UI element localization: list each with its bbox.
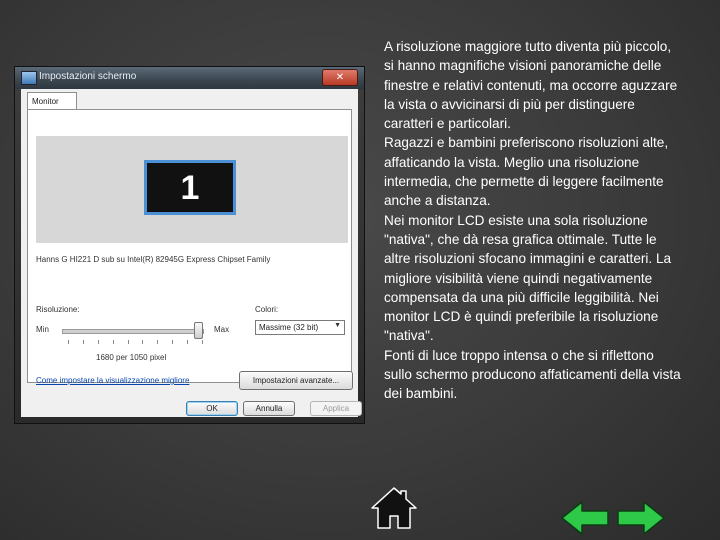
advanced-settings-button[interactable]: Impostazioni avanzate... <box>239 371 353 390</box>
resolution-value: 1680 per 1050 pixel <box>96 353 167 362</box>
slider-ticks <box>68 340 203 344</box>
tab-monitor[interactable]: Monitor <box>27 92 77 109</box>
display-settings-dialog: Impostazioni schermo ✕ Monitor 1 Hanns G… <box>14 66 365 424</box>
dialog-client: Monitor 1 Hanns G HI221 D sub su Intel(R… <box>21 89 362 417</box>
ok-button[interactable]: OK <box>186 401 238 416</box>
home-icon[interactable] <box>370 486 418 530</box>
resolution-slider-thumb[interactable] <box>193 322 203 339</box>
paragraph-resolution: A risoluzione maggiore tutto diventa più… <box>384 39 678 132</box>
dialog-title: Impostazioni schermo <box>39 71 137 82</box>
apply-button[interactable]: Applica <box>310 401 362 416</box>
colors-label: Colori: <box>255 305 279 314</box>
chevron-down-icon: ▼ <box>334 322 341 329</box>
paragraph-light: Fonti di luce troppo intensa o che si ri… <box>384 347 681 402</box>
display-device-label: Hanns G HI221 D sub su Intel(R) 82945G E… <box>36 255 271 264</box>
monitor-icon <box>21 71 37 85</box>
monitor-thumbnail[interactable]: 1 <box>144 160 236 215</box>
dialog-titlebar: Impostazioni schermo ✕ <box>15 67 364 89</box>
paragraph-children: Ragazzi e bambini preferiscono risoluzio… <box>384 135 669 209</box>
arrow-right-icon[interactable] <box>616 500 666 536</box>
paragraph-lcd: Nei monitor LCD esiste una sola risoluzi… <box>384 212 672 344</box>
colors-select-value: Massime (32 bit) <box>259 323 319 332</box>
arrow-left-icon[interactable] <box>560 500 610 536</box>
close-button[interactable]: ✕ <box>322 69 358 86</box>
monitor-preview: 1 <box>36 136 348 243</box>
explanation-text: A risoluzione maggiore tutto diventa più… <box>384 37 684 404</box>
slider-max-label: Max <box>214 325 230 334</box>
monitor-panel: 1 Hanns G HI221 D sub su Intel(R) 82945G… <box>27 109 353 390</box>
slider-min-label: Min <box>36 325 49 334</box>
colors-select[interactable]: Massime (32 bit) ▼ <box>255 320 345 335</box>
help-link[interactable]: Come impostare la visualizzazione miglio… <box>36 376 189 385</box>
resolution-slider-track[interactable] <box>62 329 204 334</box>
cancel-button[interactable]: Annulla <box>243 401 295 416</box>
resolution-label: Risoluzione: <box>36 305 80 314</box>
